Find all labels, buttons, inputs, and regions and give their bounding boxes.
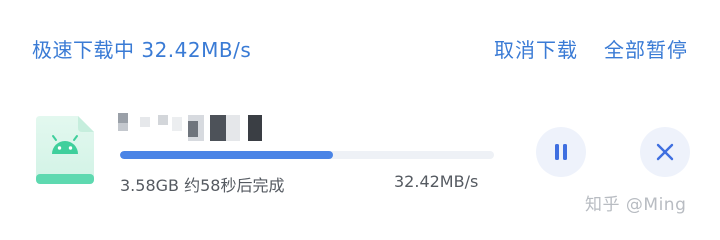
pause-icon [555,144,567,160]
file-name-pixelated [118,113,278,141]
pause-button[interactable] [536,127,586,177]
pause-all-button[interactable]: 全部暂停 [604,34,688,63]
download-progress-bar [120,151,494,159]
header-actions: 取消下载 全部暂停 [494,34,688,63]
download-speed: 32.42MB/s [394,172,479,191]
close-icon [656,143,674,161]
download-status-title: 极速下载中 32.42MB/s [32,38,252,62]
watermark: 知乎 @Ming [585,195,687,215]
android-icon [36,116,94,186]
download-manager-panel: 极速下载中 32.42MB/s 取消下载 全部暂停 3.58GB 约58秒后完成… [0,0,720,232]
download-progress-fill [120,151,334,159]
cancel-download-button[interactable]: 取消下载 [494,34,578,63]
download-size-eta: 3.58GB 约58秒后完成 [120,176,285,195]
close-button[interactable] [640,127,690,177]
